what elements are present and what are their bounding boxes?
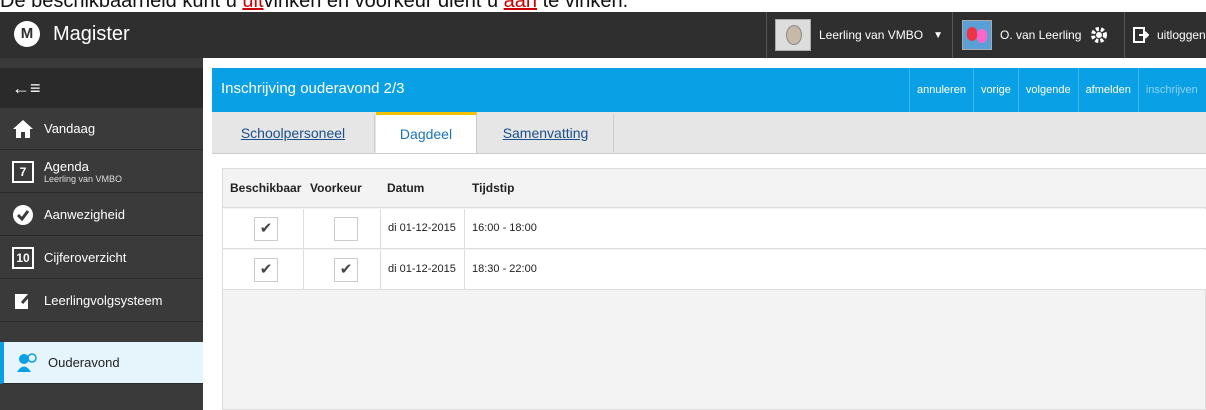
- caption-text-2: vinken en voorkeur dient u: [263, 0, 504, 12]
- tab-dagdeel[interactable]: Dagdeel: [376, 112, 477, 153]
- parent-account[interactable]: O. van Leerling: [962, 12, 1120, 58]
- unsubscribe-button[interactable]: afmelden: [1077, 68, 1138, 112]
- date-cell: di 01-12-2015: [388, 263, 456, 275]
- main-content: Inschrijving ouderavond 2/3 annuleren vo…: [203, 58, 1206, 410]
- divider: [380, 250, 381, 290]
- gear-icon[interactable]: [1089, 25, 1109, 45]
- table-row: ✔ di 01-12-2015 16:00 - 18:00: [223, 209, 1206, 249]
- subscribe-button[interactable]: inschrijven: [1137, 68, 1205, 112]
- divider: [303, 250, 304, 290]
- home-icon: [12, 118, 34, 140]
- parent-label: O. van Leerling: [1000, 28, 1082, 42]
- sidebar-item-label: Vandaag: [44, 121, 96, 136]
- next-button[interactable]: volgende: [1017, 68, 1078, 112]
- top-bar: M Magister Leerling van VMBO ▼ O. van Le…: [0, 12, 1206, 58]
- sidebar-item-label: Aanwezigheid: [44, 207, 125, 222]
- sidebar-item-label: Cijferoverzicht: [44, 250, 127, 265]
- cancel-button[interactable]: annuleren: [909, 68, 973, 112]
- time-cell: 16:00 - 18:00: [472, 222, 537, 234]
- sidebar-item-label: Leerlingvolgsysteem: [44, 293, 163, 308]
- sidebar-item-label: Ouderavond: [48, 355, 120, 370]
- page-title: Inschrijving ouderavond 2/3: [221, 80, 405, 97]
- column-header-tijdstip: Tijdstip: [472, 181, 515, 195]
- sidebar-item-agenda[interactable]: 7 Agenda Leerling van VMBO: [0, 151, 203, 193]
- voorkeur-checkbox[interactable]: [334, 217, 358, 241]
- student-switcher[interactable]: Leerling van VMBO ▼: [775, 12, 945, 58]
- header-actions: annuleren vorige volgende afmelden insch…: [909, 68, 1205, 112]
- sidebar-item-vandaag[interactable]: Vandaag: [0, 108, 203, 150]
- column-header-voorkeur: Voorkeur: [310, 181, 362, 195]
- people-icon: [16, 352, 38, 374]
- dagdeel-table: Beschikbaar Voorkeur Datum Tijdstip ✔ di…: [222, 168, 1206, 410]
- calendar-icon: 7: [12, 160, 34, 183]
- logout-label: uitloggen: [1157, 28, 1206, 42]
- divider: [1124, 12, 1125, 58]
- sidebar-collapse-icon[interactable]: ←≡: [0, 68, 203, 108]
- logout-button[interactable]: uitloggen: [1133, 12, 1206, 58]
- sidebar-item-aanwezigheid[interactable]: Aanwezigheid: [0, 194, 203, 236]
- logout-icon: [1133, 27, 1149, 43]
- sidebar-item-label-group: Agenda Leerling van VMBO: [44, 159, 122, 184]
- sidebar-item-sublabel: Leerling van VMBO: [44, 174, 123, 184]
- parent-avatar: [962, 20, 992, 50]
- sidebar: ←≡ Vandaag 7 Agenda Leerling van VMBO Aa…: [0, 58, 203, 410]
- magister-logo-icon: M: [14, 21, 40, 47]
- caption-text-1: De beschikbaarheid kunt u: [0, 0, 243, 12]
- divider: [380, 209, 381, 249]
- app-title: Magister: [53, 23, 130, 45]
- divider: [464, 209, 465, 249]
- voorkeur-checkbox[interactable]: ✔: [334, 258, 358, 282]
- divider: [303, 209, 304, 249]
- sidebar-item-leerlingvolgsysteem[interactable]: Leerlingvolgsysteem: [0, 280, 203, 322]
- beschikbaar-checkbox[interactable]: ✔: [254, 217, 278, 241]
- page-header: Inschrijving ouderavond 2/3 annuleren vo…: [212, 68, 1206, 112]
- table-header: Beschikbaar Voorkeur Datum Tijdstip: [223, 169, 1206, 208]
- time-cell: 18:30 - 22:00: [472, 263, 537, 275]
- date-cell: di 01-12-2015: [388, 222, 456, 234]
- tab-schoolpersoneel[interactable]: Schoolpersoneel: [212, 114, 375, 152]
- table-row: ✔ ✔ di 01-12-2015 18:30 - 22:00: [223, 250, 1206, 290]
- caption-text-3: te vinken.: [537, 0, 629, 12]
- beschikbaar-checkbox[interactable]: ✔: [254, 258, 278, 282]
- caption-uit: uit: [242, 0, 264, 12]
- divider: [952, 12, 953, 58]
- caption-aan: aan: [503, 0, 538, 12]
- tab-bar: Schoolpersoneel Dagdeel Samenvatting: [212, 112, 1206, 154]
- edit-icon: [12, 290, 34, 312]
- sidebar-item-ouderavond[interactable]: Ouderavond: [0, 342, 203, 384]
- chevron-down-icon: ▼: [933, 29, 943, 41]
- divider: [766, 12, 767, 58]
- check-circle-icon: [12, 204, 34, 226]
- grade-icon: 10: [12, 246, 34, 269]
- sidebar-item-cijferoverzicht[interactable]: 10 Cijferoverzicht: [0, 237, 203, 279]
- column-header-beschikbaar: Beschikbaar: [230, 181, 302, 195]
- student-avatar: [775, 19, 811, 51]
- column-header-datum: Datum: [387, 181, 425, 195]
- divider: [464, 250, 465, 290]
- sidebar-item-label: Agenda: [44, 159, 89, 174]
- student-label: Leerling van VMBO: [819, 28, 924, 42]
- previous-button[interactable]: vorige: [972, 68, 1018, 112]
- tab-samenvatting[interactable]: Samenvatting: [478, 114, 614, 152]
